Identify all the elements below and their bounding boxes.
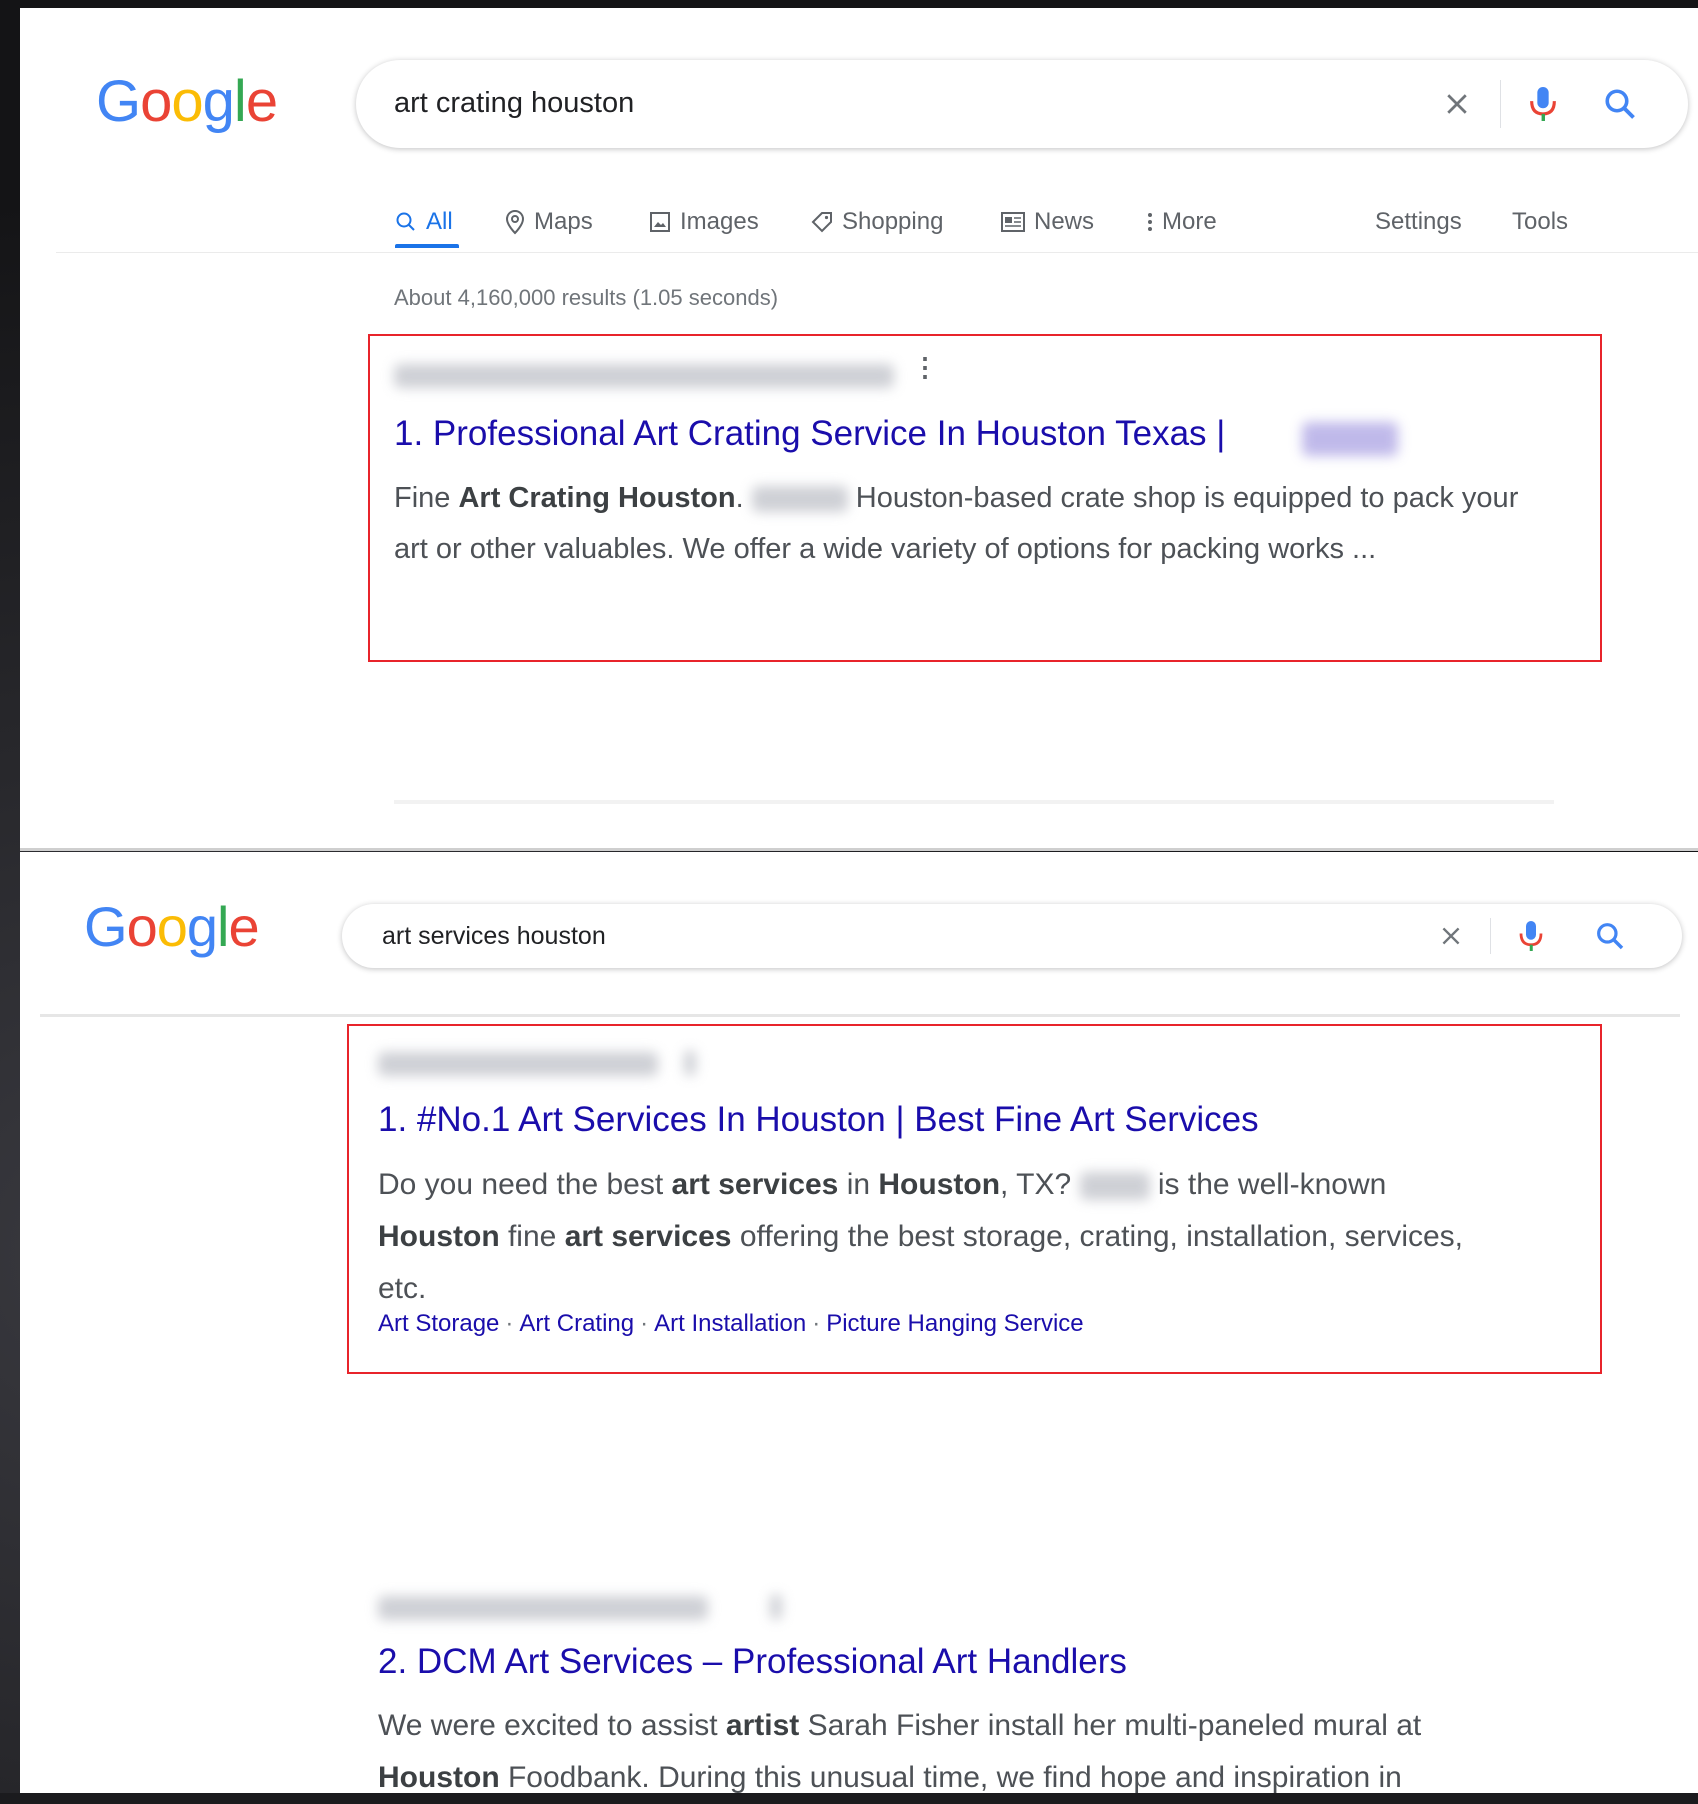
blurred-site-name — [1302, 422, 1398, 456]
blurred-company-name — [1079, 1172, 1150, 1201]
microphone-icon[interactable] — [1526, 84, 1560, 124]
google-logo[interactable]: Google — [84, 894, 260, 959]
tabs-divider — [56, 252, 1698, 253]
search-icon — [396, 212, 415, 231]
result-menu-icon[interactable] — [684, 1050, 696, 1076]
map-pin-icon — [505, 209, 525, 235]
microphone-icon[interactable] — [1516, 918, 1546, 954]
result-menu-icon[interactable] — [770, 1594, 782, 1620]
sitelinks: Art Storage · Art Crating · Art Installation… — [378, 1310, 1084, 1337]
google-logo[interactable]: Google — [96, 68, 278, 135]
search-submit-icon[interactable] — [1602, 86, 1638, 122]
clear-icon[interactable] — [1442, 89, 1472, 119]
tab-maps[interactable]: Maps — [504, 208, 593, 236]
tab-tools[interactable]: Tools — [1512, 208, 1568, 236]
blurred-url — [394, 364, 894, 388]
search-results-panel-1: Google art crating houston All Maps Imag… — [20, 8, 1698, 850]
faded-divider — [394, 800, 1554, 804]
search-box[interactable]: art services houston — [342, 904, 1682, 968]
result-title[interactable]: 1. #No.1 Art Services In Houston | Best … — [378, 1100, 1259, 1140]
tab-images[interactable]: Images — [648, 208, 759, 236]
news-icon — [1001, 212, 1025, 232]
search-box[interactable]: art crating houston — [356, 60, 1688, 148]
sitelink-art-installation[interactable]: Art Installation — [654, 1310, 806, 1337]
search-box-divider — [1500, 80, 1501, 128]
tab-shopping[interactable]: Shopping — [810, 208, 943, 236]
sitelink-picture-hanging[interactable]: Picture Hanging Service — [826, 1310, 1083, 1337]
blurred-url — [378, 1596, 708, 1620]
tab-all[interactable]: All — [394, 208, 453, 236]
tag-icon — [811, 212, 832, 233]
search-input[interactable]: art services houston — [382, 922, 606, 951]
sitelink-art-storage[interactable]: Art Storage — [378, 1310, 499, 1337]
search-input[interactable]: art crating houston — [394, 87, 634, 120]
result-title[interactable]: 1. Professional Art Crating Service In H… — [394, 414, 1225, 454]
result-snippet: Do you need the best art services in Hou… — [378, 1168, 1463, 1305]
tab-all-indicator — [395, 244, 459, 248]
result-snippet: We were excited to assist artist Sarah F… — [378, 1709, 1422, 1794]
result-menu-icon[interactable]: ⋮ — [912, 352, 938, 383]
panel-separator — [20, 848, 1698, 851]
result-stats: About 4,160,000 results (1.05 seconds) — [394, 285, 779, 310]
more-vert-icon — [1148, 213, 1152, 231]
blurred-url — [378, 1052, 658, 1076]
result-title[interactable]: 2. DCM Art Services – Professional Art H… — [378, 1642, 1127, 1682]
tab-settings[interactable]: Settings — [1375, 208, 1462, 236]
result-snippet: Fine Art Crating Houston. Houston-based … — [394, 482, 1519, 565]
search-box-divider — [1490, 918, 1491, 954]
search-submit-icon[interactable] — [1594, 920, 1626, 952]
clear-icon[interactable] — [1438, 923, 1464, 949]
tab-news[interactable]: News — [1000, 208, 1094, 236]
blurred-company-name — [751, 486, 848, 513]
search-results-panel-2: Google art services houston 1. #No.1 Art… — [20, 852, 1698, 1794]
tab-more[interactable]: More — [1146, 208, 1217, 236]
header-divider — [40, 1014, 1680, 1017]
image-icon — [650, 212, 670, 232]
sitelink-art-crating[interactable]: Art Crating — [519, 1310, 634, 1337]
